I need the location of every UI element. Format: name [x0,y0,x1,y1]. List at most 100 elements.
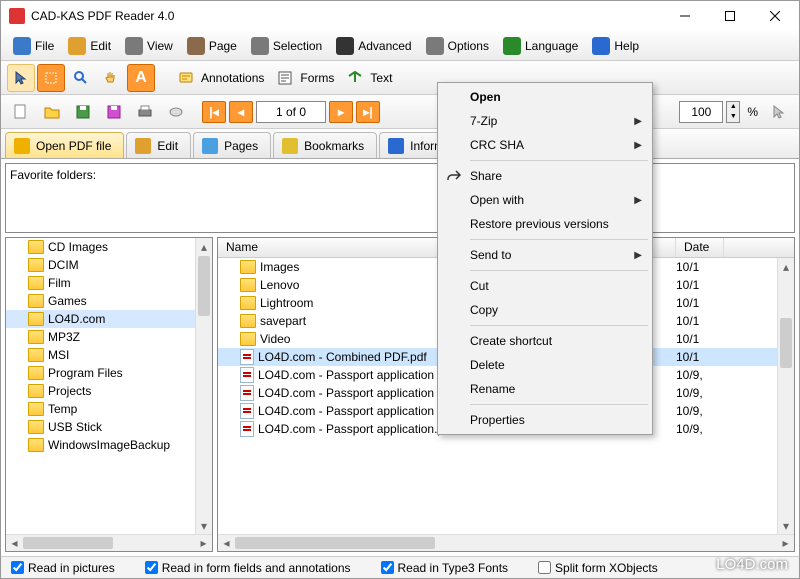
zoom-tool-button[interactable] [67,64,95,92]
menu-file[interactable]: File [7,34,60,58]
text-button[interactable]: Text [340,67,396,89]
close-button[interactable] [752,2,797,30]
prev-page-button[interactable]: ◂ [229,101,253,123]
folder-icon [28,438,44,452]
folder-row[interactable]: Temp [6,400,195,418]
select-area-button[interactable] [37,64,65,92]
folder-scrollbar-v[interactable]: ▴▾ [195,238,212,534]
submenu-arrow-icon: ▶ [634,250,642,261]
menu-options[interactable]: Options [420,34,495,58]
context-crc-sha[interactable]: CRC SHA▶ [440,133,650,157]
context-rename[interactable]: Rename [440,377,650,401]
split-xobjects-checkbox[interactable]: Split form XObjects [538,561,658,575]
folder-row[interactable]: CD Images [6,238,195,256]
context-restore-previous-versions[interactable]: Restore previous versions [440,212,650,236]
file-date: 10/1 [676,260,724,274]
context-label: Restore previous versions [470,217,609,231]
hand-tool-button[interactable] [97,64,125,92]
tab-pages[interactable]: Pages [193,132,271,158]
menu-icon [503,37,521,55]
context-copy[interactable]: Copy [440,298,650,322]
folder-scrollbar-h[interactable]: ◂▸ [6,534,212,551]
zoom-input[interactable]: 100 [679,101,723,123]
file-date: 10/1 [676,332,724,346]
page-input[interactable]: 1 of 0 [256,101,326,123]
print-button[interactable] [131,98,159,126]
menu-label: Options [448,39,489,53]
context-cut[interactable]: Cut [440,274,650,298]
menu-selection[interactable]: Selection [245,34,328,58]
scan-button[interactable] [162,98,190,126]
file-date: 10/9, [676,422,724,436]
context-delete[interactable]: Delete [440,353,650,377]
folder-row[interactable]: MP3Z [6,328,195,346]
file-scrollbar-h[interactable]: ◂▸ [218,534,794,551]
first-page-button[interactable]: |◂ [202,101,226,123]
save-button[interactable] [69,98,97,126]
folder-row[interactable]: Film [6,274,195,292]
context-share[interactable]: Share [440,164,650,188]
folder-icon [28,330,44,344]
context-create-shortcut[interactable]: Create shortcut [440,329,650,353]
context-properties[interactable]: Properties [440,408,650,432]
minimize-button[interactable] [662,2,707,30]
zoom-spinner[interactable]: ▲▼ [726,101,740,123]
context-send-to[interactable]: Send to▶ [440,243,650,267]
maximize-button[interactable] [707,2,752,30]
menu-view[interactable]: View [119,34,179,58]
window-title: CAD-KAS PDF Reader 4.0 [31,9,662,23]
file-header-date[interactable]: Date [676,238,724,257]
tab-bookmarks[interactable]: Bookmarks [273,132,377,158]
new-button[interactable] [7,98,35,126]
file-name: Lenovo [260,278,299,292]
forms-button[interactable]: Forms [270,67,338,89]
save-as-button[interactable] [100,98,128,126]
tab-edit[interactable]: Edit [126,132,191,158]
context-open[interactable]: Open [440,85,650,109]
folder-icon [28,312,44,326]
file-date: 10/9, [676,368,724,382]
folder-row[interactable]: Games [6,292,195,310]
folder-row[interactable]: Projects [6,382,195,400]
menubar: File Edit ViewPageSelectionAdvanced Options… [1,31,799,61]
menu-language[interactable]: Language [497,34,584,58]
folder-name: LO4D.com [48,312,105,326]
read-type3-checkbox[interactable]: Read in Type3 Fonts [381,561,509,575]
folder-name: Temp [48,402,77,416]
menu-advanced[interactable]: Advanced [330,34,417,58]
folder-row[interactable]: USB Stick [6,418,195,436]
file-name: Images [260,260,299,274]
open-button[interactable] [38,98,66,126]
cursor-button[interactable] [765,98,793,126]
folder-row[interactable]: MSI [6,346,195,364]
file-scrollbar-v[interactable]: ▴▾ [777,258,794,534]
tab-label: Bookmarks [304,139,364,153]
read-pictures-checkbox[interactable]: Read in pictures [11,561,115,575]
context-label: Cut [470,279,489,293]
folder-icon [240,314,256,328]
pointer-tool-button[interactable] [7,64,35,92]
menu-icon [125,37,143,55]
file-date: 10/9, [676,386,724,400]
context-7-zip[interactable]: 7-Zip▶ [440,109,650,133]
next-page-button[interactable]: ▸ [329,101,353,123]
menu-label: Edit [90,39,111,53]
last-page-button[interactable]: ▸| [356,101,380,123]
folder-row[interactable]: DCIM [6,256,195,274]
text-tool-button[interactable]: A [127,64,155,92]
folder-row[interactable]: LO4D.com [6,310,195,328]
folder-list[interactable]: CD ImagesDCIMFilmGamesLO4D.comMP3ZMSIPro… [6,238,195,534]
tab-open-pdf-file[interactable]: Open PDF file [5,132,124,158]
pdf-icon [240,403,254,419]
main-body: Favorite folders: CD ImagesDCIMFilmGames… [1,159,799,556]
folder-name: USB Stick [48,420,102,434]
menu-help[interactable]: Help [586,34,645,58]
menu-page[interactable]: Page [181,34,243,58]
folder-row[interactable]: WindowsImageBackup [6,436,195,454]
read-forms-checkbox[interactable]: Read in form fields and annotations [145,561,351,575]
annotations-button[interactable]: Annotations [171,67,268,89]
menu-icon [251,37,269,55]
folder-row[interactable]: Program Files [6,364,195,382]
context-open-with[interactable]: Open with▶ [440,188,650,212]
menu-edit[interactable]: Edit [62,34,117,58]
